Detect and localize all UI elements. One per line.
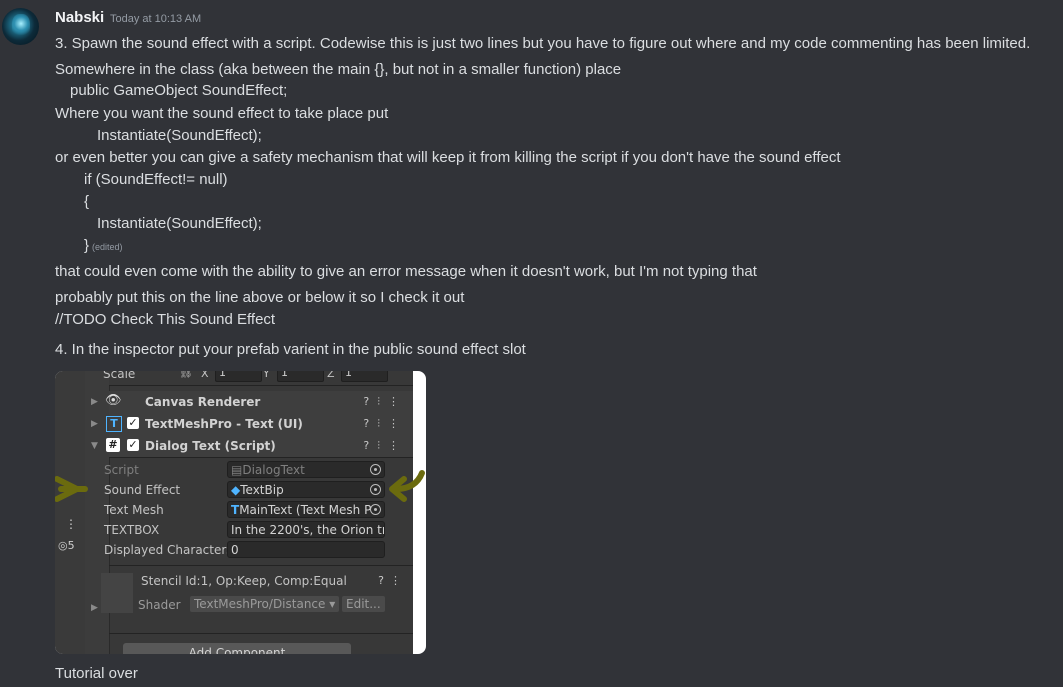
scale-x-field[interactable]: 1 — [215, 371, 262, 382]
component-actions[interactable]: ?⫶⋮ — [363, 417, 407, 431]
material-name: Stencil Id:1, Op:Keep, Comp:Equal — [141, 574, 347, 588]
prop-text-mesh-field[interactable]: TMainText (Text Mesh P — [227, 501, 385, 518]
visibility-count: ◎5 — [58, 539, 75, 552]
author-name[interactable]: Nabski — [55, 9, 104, 26]
message-line: or even better you can give a safety mec… — [55, 149, 841, 166]
component-textmeshpro[interactable]: ▶ T ✓ TextMeshPro - Text (UI) ?⫶⋮ — [91, 413, 413, 436]
code-line: } (edited) — [84, 236, 123, 257]
edited-label: (edited) — [92, 242, 123, 252]
add-component-button[interactable]: Add Component — [123, 643, 351, 654]
material-actions[interactable]: ?⋮ — [378, 574, 407, 587]
message-line: Tutorial over — [55, 665, 138, 682]
prop-displayed-characters-field[interactable]: 0 — [227, 541, 385, 558]
scale-y-field[interactable]: 1 — [277, 371, 324, 382]
code-line: public GameObject SoundEffect; — [70, 82, 288, 99]
scale-row: Scale ⛓ X 1 Y 1 Z 1 — [103, 371, 413, 386]
prop-script-label: Script — [104, 463, 139, 477]
component-actions[interactable]: ?⫶⋮ — [363, 395, 407, 409]
enabled-checkbox[interactable]: ✓ — [127, 439, 139, 451]
kebab-icon: ⋮ — [65, 517, 77, 531]
code-brace: } — [84, 237, 90, 254]
material-thumbnail — [101, 573, 133, 613]
code-line: Instantiate(SoundEffect); — [97, 215, 262, 232]
scale-z-field[interactable]: 1 — [341, 371, 388, 382]
expand-triangle-icon[interactable]: ▶ — [91, 603, 98, 613]
eye-icon: 👁 — [105, 393, 122, 408]
message-line: Somewhere in the class (aka between the … — [55, 61, 622, 78]
component-title: TextMeshPro - Text (UI) — [145, 417, 303, 431]
right-arrow-annotation — [389, 470, 425, 502]
component-dialog-text[interactable]: ▼ # ✓ Dialog Text (Script) ?⫶⋮ — [91, 435, 413, 458]
message-line: 4. In the inspector put your prefab vari… — [55, 341, 526, 358]
text-t-icon: T — [231, 503, 240, 517]
eye-icon: ◎ — [58, 539, 68, 552]
shader-dropdown[interactable]: TextMeshPro/Distance ▾ — [190, 596, 340, 612]
prop-sound-effect-field[interactable]: ◆TextBip — [227, 481, 385, 498]
script-hash-icon: # — [106, 438, 120, 452]
expand-triangle-icon[interactable]: ▶ — [91, 397, 98, 407]
expand-triangle-icon[interactable]: ▶ — [91, 419, 98, 429]
shader-label: Shader — [138, 598, 181, 612]
scale-z-label: Z — [327, 371, 335, 380]
enabled-checkbox[interactable]: ✓ — [127, 417, 139, 429]
component-title: Canvas Renderer — [145, 395, 261, 409]
prop-displayed-characters-label: Displayed Characters — [104, 543, 233, 557]
prefab-cube-icon: ◆ — [231, 483, 241, 497]
scale-x-label: X — [201, 371, 209, 380]
left-arrow-annotation — [55, 476, 88, 502]
message-line: that could even come with the ability to… — [55, 263, 757, 280]
hierarchy-strip: ⋮ ◎5 — [55, 371, 85, 654]
text-t-icon: T — [106, 416, 122, 432]
message-timestamp: Today at 10:13 AM — [110, 13, 202, 25]
component-actions[interactable]: ?⫶⋮ — [363, 439, 407, 453]
scale-label: Scale — [103, 371, 136, 381]
code-line: { — [84, 193, 90, 210]
script-file-icon: ▤ — [231, 463, 243, 477]
code-line: Instantiate(SoundEffect); — [97, 127, 262, 144]
unity-inspector: Scale ⛓ X 1 Y 1 Z 1 ▶ 👁 Canvas Renderer … — [85, 371, 413, 654]
component-title: Dialog Text (Script) — [145, 439, 276, 453]
message-line: //TODO Check This Sound Effect — [55, 311, 276, 328]
shader-edit-button[interactable]: Edit... — [342, 596, 385, 612]
prop-script-field: ▤DialogText — [227, 461, 385, 478]
scale-y-label: Y — [263, 371, 270, 380]
link-icon: ⛓ — [179, 371, 193, 379]
prop-text-mesh-label: Text Mesh — [104, 503, 164, 517]
user-avatar[interactable] — [2, 8, 39, 45]
prop-textbox-field[interactable]: In the 2200's, the Orion trail — [227, 521, 385, 538]
prop-sound-effect-label: Sound Effect — [104, 483, 181, 497]
prop-textbox-label: TEXTBOX — [104, 523, 160, 537]
image-attachment[interactable]: ⋮ ◎5 Scale ⛓ X 1 Y 1 Z 1 ▶ 👁 Canvas Rend… — [55, 371, 426, 654]
message-line: 3. Spawn the sound effect with a script.… — [55, 35, 1031, 52]
component-canvas-renderer[interactable]: ▶ 👁 Canvas Renderer ?⫶⋮ — [91, 391, 413, 414]
collapse-triangle-icon[interactable]: ▼ — [91, 441, 98, 451]
object-picker-icon — [370, 484, 381, 495]
message-line: Where you want the sound effect to take … — [55, 105, 389, 122]
code-line: if (SoundEffect!= null) — [84, 171, 228, 188]
object-picker-icon — [370, 504, 381, 515]
message-line: probably put this on the line above or b… — [55, 289, 465, 306]
